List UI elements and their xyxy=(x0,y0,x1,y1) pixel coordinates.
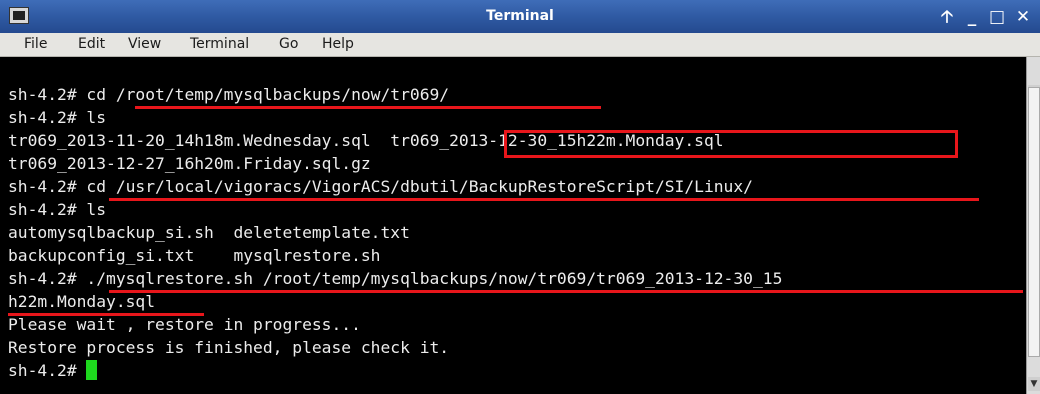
menu-go[interactable]: Go xyxy=(279,36,298,52)
highlight-box xyxy=(504,130,958,158)
terminal-line: tr069_2013-12-27_16h20m.Friday.sql.gz xyxy=(8,154,371,173)
terminal-line: automysqlbackup_si.sh deletetemplate.txt xyxy=(8,223,410,242)
highlight-underline xyxy=(109,290,1023,293)
terminal-window: Terminal 🡡 _ □ ✕ File Edit View Terminal… xyxy=(0,0,1040,394)
minimize-button[interactable]: _ xyxy=(962,6,982,28)
terminal-line: sh-4.2# ls xyxy=(8,200,107,219)
terminal-output[interactable]: sh-4.2# cd /root/temp/mysqlbackups/now/t… xyxy=(0,57,1026,394)
menu-file[interactable]: File xyxy=(24,36,47,52)
terminal-line: backupconfig_si.txt mysqlrestore.sh xyxy=(8,246,381,265)
terminal-prompt-line: sh-4.2# xyxy=(8,359,98,383)
terminal-line: sh-4.2# cd /root/temp/mysqlbackups/now/t… xyxy=(8,85,450,104)
pin-icon[interactable]: 🡡 xyxy=(937,6,957,28)
scrollbar-thumb[interactable] xyxy=(1028,87,1040,357)
scroll-down-arrow-icon[interactable]: ▼ xyxy=(1028,377,1040,391)
menu-view[interactable]: View xyxy=(128,36,161,52)
menu-terminal[interactable]: Terminal xyxy=(190,36,249,52)
scrollbar[interactable]: ▲ ▼ xyxy=(1026,57,1040,394)
window-title: Terminal xyxy=(486,8,554,24)
terminal-prompt: sh-4.2# xyxy=(8,361,87,380)
terminal-line: Restore process is finished, please chec… xyxy=(8,338,450,357)
terminal-line: sh-4.2# ./mysqlrestore.sh /root/temp/mys… xyxy=(8,269,783,288)
terminal-line: sh-4.2# cd /usr/local/vigoracs/VigorACS/… xyxy=(8,177,753,196)
menu-edit[interactable]: Edit xyxy=(78,36,105,52)
menu-help[interactable]: Help xyxy=(322,36,354,52)
title-bar[interactable]: Terminal 🡡 _ □ ✕ xyxy=(0,0,1040,33)
terminal-line: h22m.Monday.sql xyxy=(8,292,156,311)
maximize-button[interactable]: □ xyxy=(987,6,1007,28)
terminal-cursor xyxy=(86,360,98,380)
menu-bar: File Edit View Terminal Go Help xyxy=(0,33,1040,57)
terminal-line: Please wait , restore in progress... xyxy=(8,315,361,334)
highlight-underline xyxy=(135,106,601,109)
highlight-underline xyxy=(8,313,204,316)
close-button[interactable]: ✕ xyxy=(1013,6,1033,28)
highlight-underline xyxy=(109,198,979,201)
terminal-line: sh-4.2# ls xyxy=(8,108,107,127)
